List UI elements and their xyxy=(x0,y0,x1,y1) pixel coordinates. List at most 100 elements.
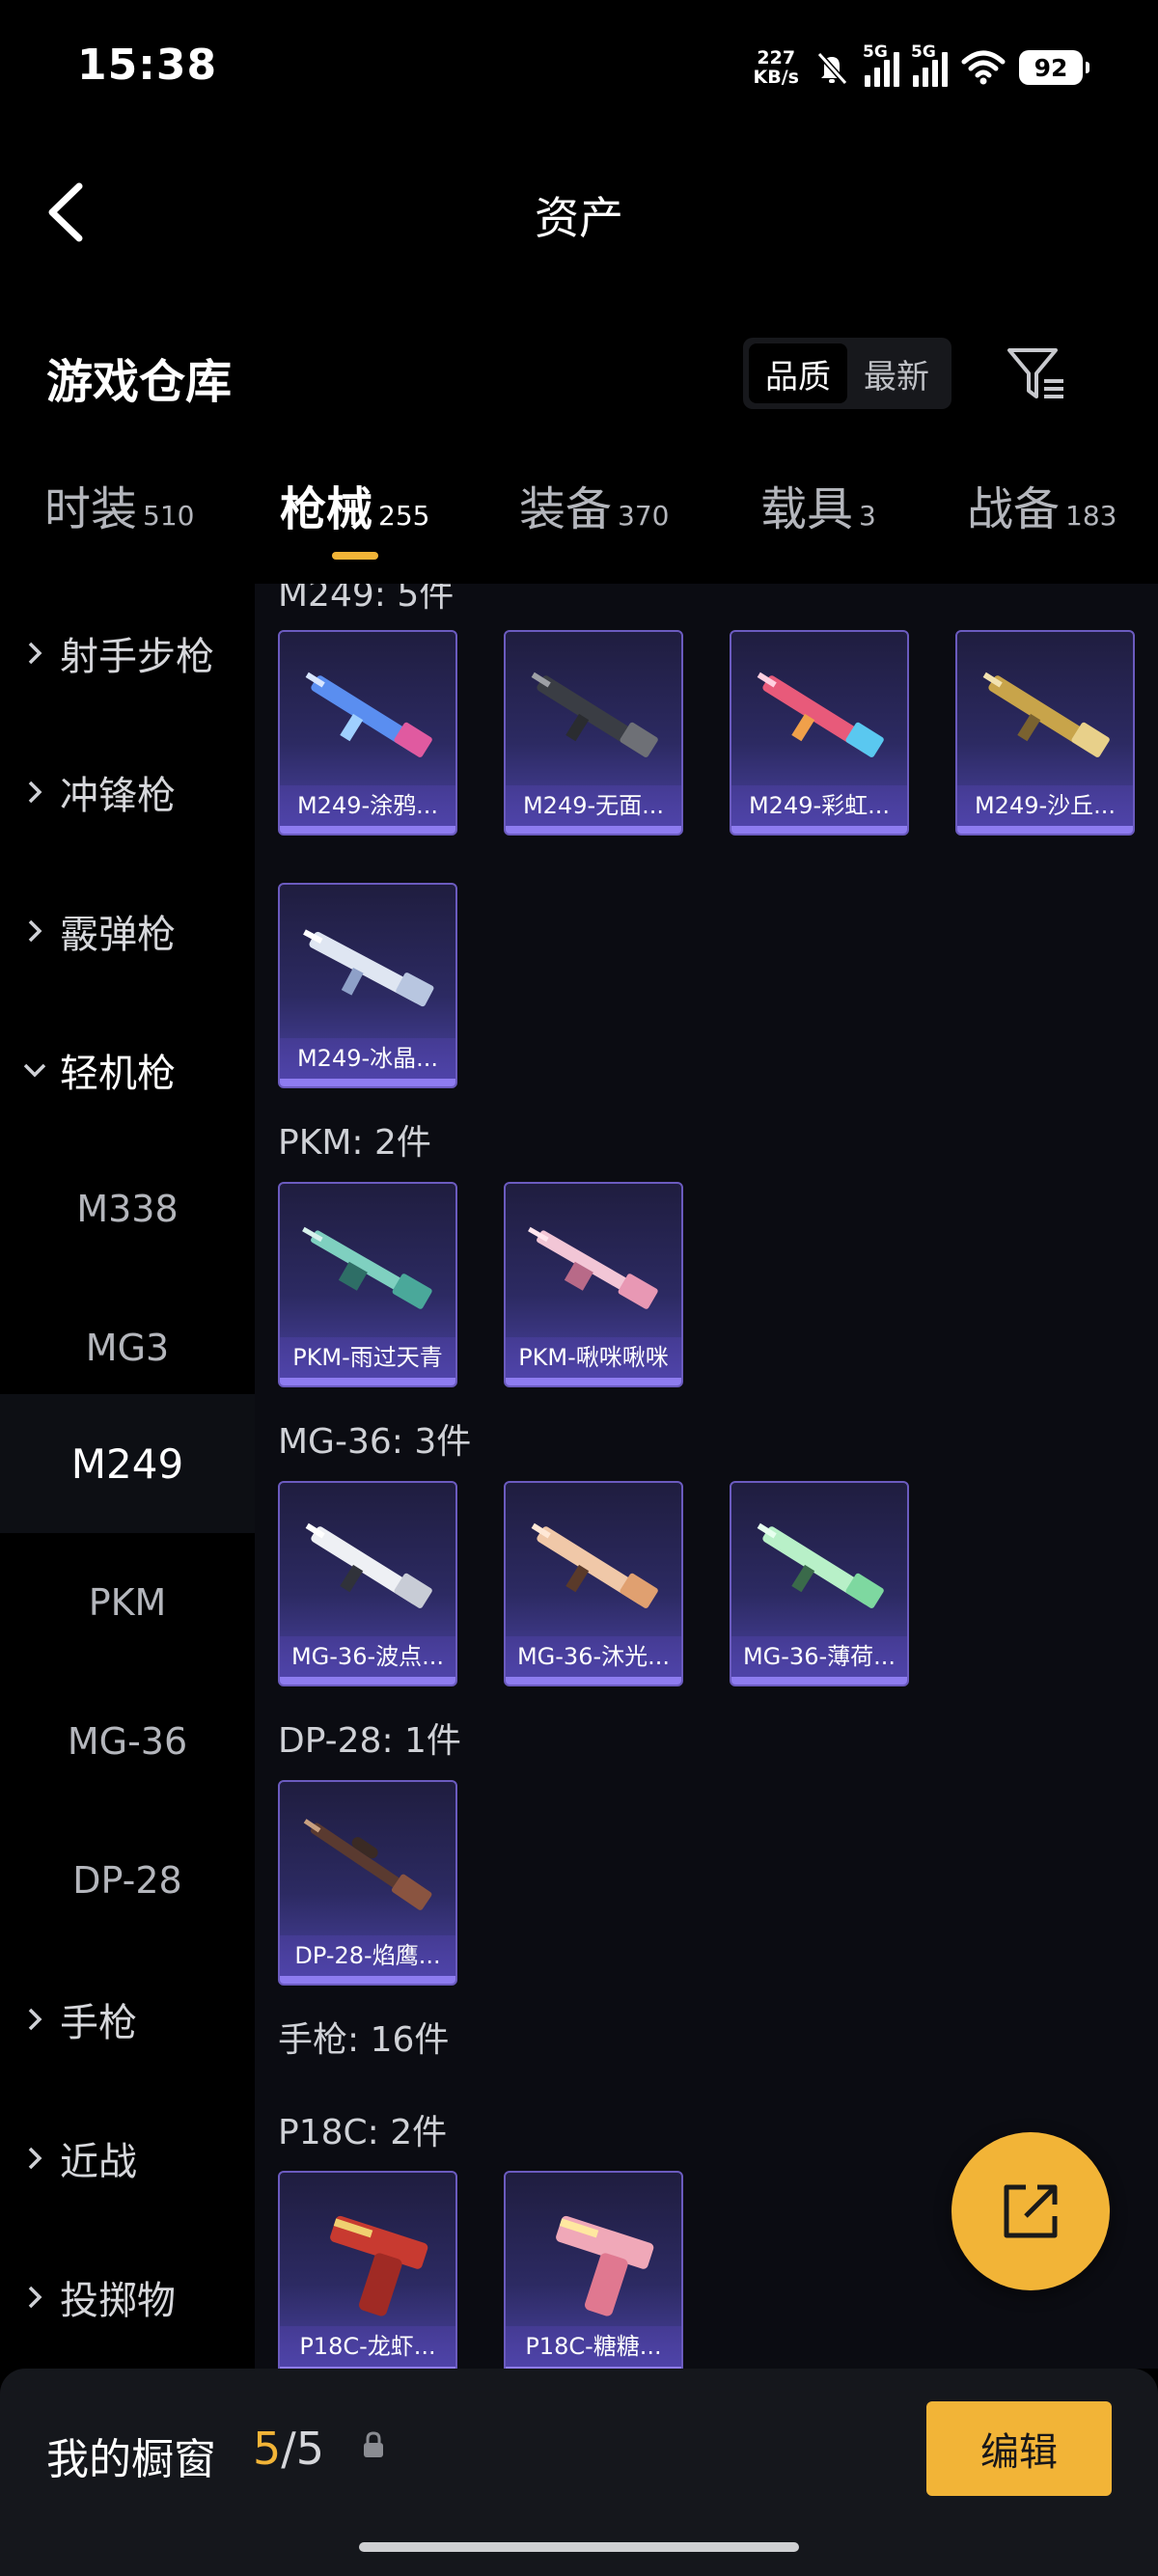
section-title-p18c: P18C: 2件 xyxy=(278,2113,448,2152)
filter-button[interactable] xyxy=(1004,343,1071,406)
dp28-skin-image xyxy=(303,1819,432,1910)
tab-label: 枪械 xyxy=(280,482,373,536)
sidebar-item-label: 轻机枪 xyxy=(60,1052,176,1096)
tab-supplies[interactable]: 战备 183 xyxy=(967,471,1117,538)
weapon-card[interactable]: MG-36-沐光... xyxy=(504,1481,683,1686)
sidebar-subitem-dp28[interactable]: DP-28 xyxy=(0,1811,255,1950)
weapon-card[interactable]: MG-36-波点... xyxy=(278,1481,457,1686)
edit-button[interactable]: 编辑 xyxy=(926,2401,1112,2496)
sidebar-subitem-mg36[interactable]: MG-36 xyxy=(0,1672,255,1811)
sidebar-item-smg[interactable]: 冲锋枪 xyxy=(0,723,255,862)
tab-label: 时装 xyxy=(44,482,138,536)
chevron-right-icon xyxy=(0,918,60,944)
sidebar-item-melee[interactable]: 近战 xyxy=(0,2089,255,2228)
sort-option-newest[interactable]: 最新 xyxy=(847,343,946,403)
section-title-dp28: DP-28: 1件 xyxy=(278,1721,461,1761)
weapon-card[interactable]: M249-涂鸦... xyxy=(278,630,457,836)
weapon-card[interactable]: P18C-糖糖... xyxy=(504,2171,683,2369)
section-title-mg36: MG-36: 3件 xyxy=(278,1422,472,1462)
tab-weapons[interactable]: 枪械 255 xyxy=(280,471,429,538)
section-title-m249: M249: 5件 xyxy=(278,584,455,615)
filter-icon xyxy=(1007,348,1063,398)
sidebar-item-marksman-rifle[interactable]: 射手步枪 xyxy=(0,584,255,723)
chevron-right-icon xyxy=(0,2146,60,2171)
m249-skin-image xyxy=(531,671,658,757)
tab-count: 370 xyxy=(618,500,670,532)
sidebar-subitem-pkm[interactable]: PKM xyxy=(0,1533,255,1672)
share-button[interactable] xyxy=(951,2132,1110,2290)
showcase-current: 5 xyxy=(253,2423,282,2475)
chevron-right-icon xyxy=(0,641,60,666)
pkm-skin-image xyxy=(302,1226,432,1309)
lock-icon xyxy=(361,2430,386,2463)
signal-1-label: 5G xyxy=(863,42,888,62)
weapon-card[interactable]: M249-彩虹... xyxy=(730,630,909,836)
weapon-card[interactable]: P18C-龙虾... xyxy=(278,2171,457,2369)
tab-vehicles[interactable]: 载具 3 xyxy=(760,471,876,538)
m249-skin-image xyxy=(982,671,1110,757)
showcase-bar: 我的橱窗 5/5 编辑 xyxy=(0,2369,1158,2576)
signal-2-label: 5G xyxy=(911,42,936,62)
showcase-label: 我的橱窗 xyxy=(46,2435,216,2484)
section-title-pkm: PKM: 2件 xyxy=(278,1123,431,1163)
section-title-pistol: 手枪: 16件 xyxy=(278,2020,450,2060)
category-tabs: 时装 510 枪械 255 装备 370 载具 3 战备 183 xyxy=(0,471,1158,567)
chevron-right-icon xyxy=(0,2007,60,2032)
tab-count: 183 xyxy=(1065,500,1117,532)
weapon-card-name: PKM-啾咪啾咪 xyxy=(506,1337,681,1378)
m249-skin-image xyxy=(757,671,884,757)
weapon-card[interactable]: PKM-雨过天青 xyxy=(278,1182,457,1387)
sidebar-item-label: 手枪 xyxy=(60,2001,137,2045)
weapon-card[interactable]: M249-无面... xyxy=(504,630,683,836)
category-sidebar: 射手步枪 冲锋枪 霰弹枪 轻机枪 M338 MG3 M249 PKM MG-36… xyxy=(0,584,255,2369)
sort-option-quality[interactable]: 品质 xyxy=(749,343,847,403)
sidebar-item-lmg[interactable]: 轻机枪 xyxy=(0,1000,255,1139)
tab-count: 255 xyxy=(378,500,430,532)
sidebar-item-label: 投掷物 xyxy=(60,2279,176,2323)
mg36-skin-image xyxy=(531,1522,658,1608)
battery-icon: 92 xyxy=(1019,50,1089,85)
sidebar-item-label: 冲锋枪 xyxy=(60,774,176,818)
showcase-count: 5/5 xyxy=(253,2423,324,2475)
active-tab-indicator xyxy=(332,552,378,560)
tab-fashion[interactable]: 时装 510 xyxy=(44,471,194,538)
sidebar-item-label: 霰弹枪 xyxy=(60,913,176,957)
tab-equipment[interactable]: 装备 370 xyxy=(519,471,669,538)
showcase-total: /5 xyxy=(281,2423,325,2475)
sidebar-item-label: 近战 xyxy=(60,2140,137,2184)
weapon-card[interactable]: M249-冰晶... xyxy=(278,883,457,1088)
chevron-down-icon xyxy=(0,1061,60,1079)
sidebar-subitem-m249[interactable]: M249 xyxy=(0,1394,255,1533)
tab-count: 3 xyxy=(859,500,876,532)
sidebar-item-shotgun[interactable]: 霰弹枪 xyxy=(0,862,255,1000)
tab-count: 510 xyxy=(143,500,195,532)
status-time: 15:38 xyxy=(77,41,218,90)
bell-muted-icon xyxy=(813,48,851,87)
tab-label: 装备 xyxy=(519,482,613,536)
weapon-card[interactable]: PKM-啾咪啾咪 xyxy=(504,1182,683,1387)
weapon-card-name: MG-36-薄荷... xyxy=(731,1636,907,1677)
signal-1-icon: 5G xyxy=(863,42,899,87)
weapon-card[interactable]: MG-36-薄荷... xyxy=(730,1481,909,1686)
home-indicator[interactable] xyxy=(359,2542,799,2552)
status-bar: 15:38 227 KB/s 5G 5G 92 xyxy=(0,0,1158,135)
mg36-skin-image xyxy=(305,1522,432,1608)
network-speed: 227 KB/s xyxy=(754,48,799,87)
chevron-right-icon xyxy=(0,2285,60,2310)
sidebar-item-throwable[interactable]: 投掷物 xyxy=(0,2228,255,2367)
sort-toggle: 品质 最新 xyxy=(743,338,951,409)
m249-skin-image xyxy=(303,929,434,1007)
page-title: 资产 xyxy=(535,192,623,244)
weapon-card[interactable]: M249-沙丘... xyxy=(955,630,1135,836)
network-speed-unit: KB/s xyxy=(753,67,799,88)
weapon-card-name: M249-沙丘... xyxy=(957,785,1133,826)
weapon-card-name: DP-28-焰鹰... xyxy=(280,1935,455,1976)
tab-label: 战备 xyxy=(967,482,1061,536)
pkm-skin-image xyxy=(528,1226,658,1309)
sidebar-subitem-m338[interactable]: M338 xyxy=(0,1139,255,1278)
weapon-card-name: P18C-龙虾... xyxy=(280,2326,455,2367)
sidebar-item-pistol[interactable]: 手枪 xyxy=(0,1950,255,2089)
p18c-skin-image xyxy=(330,2215,428,2316)
m249-skin-image xyxy=(305,671,432,757)
weapon-card[interactable]: DP-28-焰鹰... xyxy=(278,1780,457,1986)
